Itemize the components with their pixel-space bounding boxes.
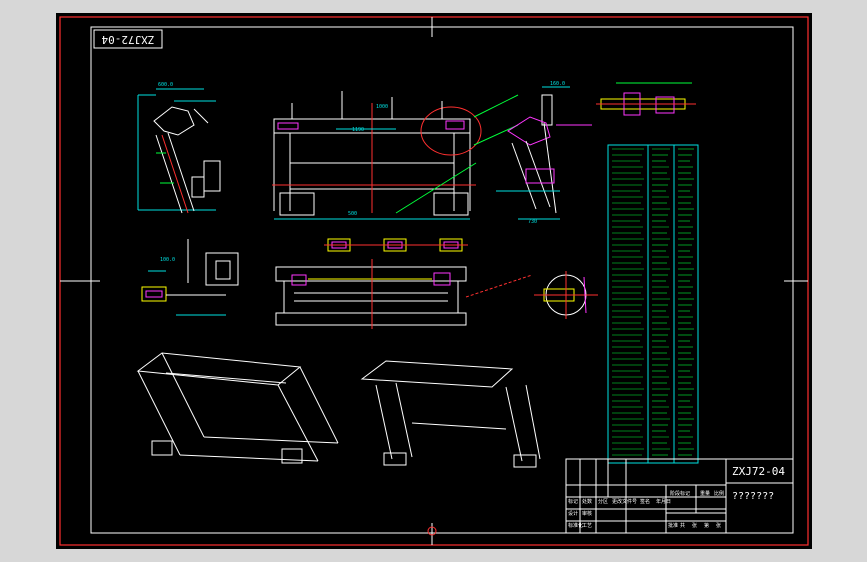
top-view — [275, 259, 533, 329]
shaft-detail — [596, 82, 696, 116]
title-block-label: 年月日 — [656, 498, 671, 505]
side-view-right — [496, 86, 592, 220]
dimension-labels: 600.0 1190 160.0 1000 500 730 100.0 — [158, 81, 565, 263]
title-block-label: 签名 — [640, 498, 650, 505]
isometric-view-right — [360, 360, 541, 468]
title-block-label: 重量 — [700, 490, 710, 497]
title-block-label: 分区 — [598, 498, 608, 505]
title-block-label: 阶段标记 — [670, 490, 690, 497]
drawing-sheet: ZXJ72-04 ZXJ72-04 ??????? 标记 处数 分区 更改文件号… — [56, 13, 812, 549]
dimension-label: 100.0 — [160, 257, 175, 263]
parts-list — [607, 144, 699, 464]
title-block-label: 比例 — [714, 490, 724, 497]
title-block-label: 设计 — [568, 510, 578, 517]
title-block-label: 批准 — [668, 522, 678, 529]
side-view-left — [137, 88, 221, 214]
dimension-label: 160.0 — [550, 81, 565, 87]
title-block-label: 第 — [704, 522, 709, 529]
drawing-name: ??????? — [732, 491, 774, 502]
title-block-label: 张 — [716, 522, 721, 529]
title-block-label: 张 — [692, 522, 697, 529]
dimension-label: 1190 — [352, 127, 364, 133]
drawing-number: ZXJ72-04 — [732, 465, 785, 478]
title-block-label: 更改文件号 — [612, 498, 637, 505]
bracket-detail — [141, 239, 239, 316]
dimension-label: 1000 — [376, 104, 388, 110]
dimension-label: 500 — [348, 211, 357, 217]
title-block-label: 共 — [680, 522, 685, 529]
title-block-label: 审核 — [582, 510, 592, 517]
title-block-label: 标记 — [568, 498, 578, 505]
title-block-label: 工艺 — [582, 523, 592, 529]
round-detail — [534, 271, 598, 319]
title-block-label: 处数 — [582, 498, 592, 505]
cad-drawing: ZXJ72-04 ZXJ72-04 ??????? 标记 处数 分区 更改文件号… — [59, 16, 809, 546]
dimension-label: 600.0 — [158, 82, 173, 88]
coupling-details — [324, 238, 468, 252]
stamp-number: ZXJ72-04 — [101, 33, 154, 46]
stamp-box: ZXJ72-04 — [93, 29, 163, 49]
dimension-label: 730 — [528, 219, 537, 225]
title-block-label: 标准化 — [568, 522, 583, 529]
isometric-view-left — [136, 352, 339, 464]
front-view — [272, 91, 519, 220]
